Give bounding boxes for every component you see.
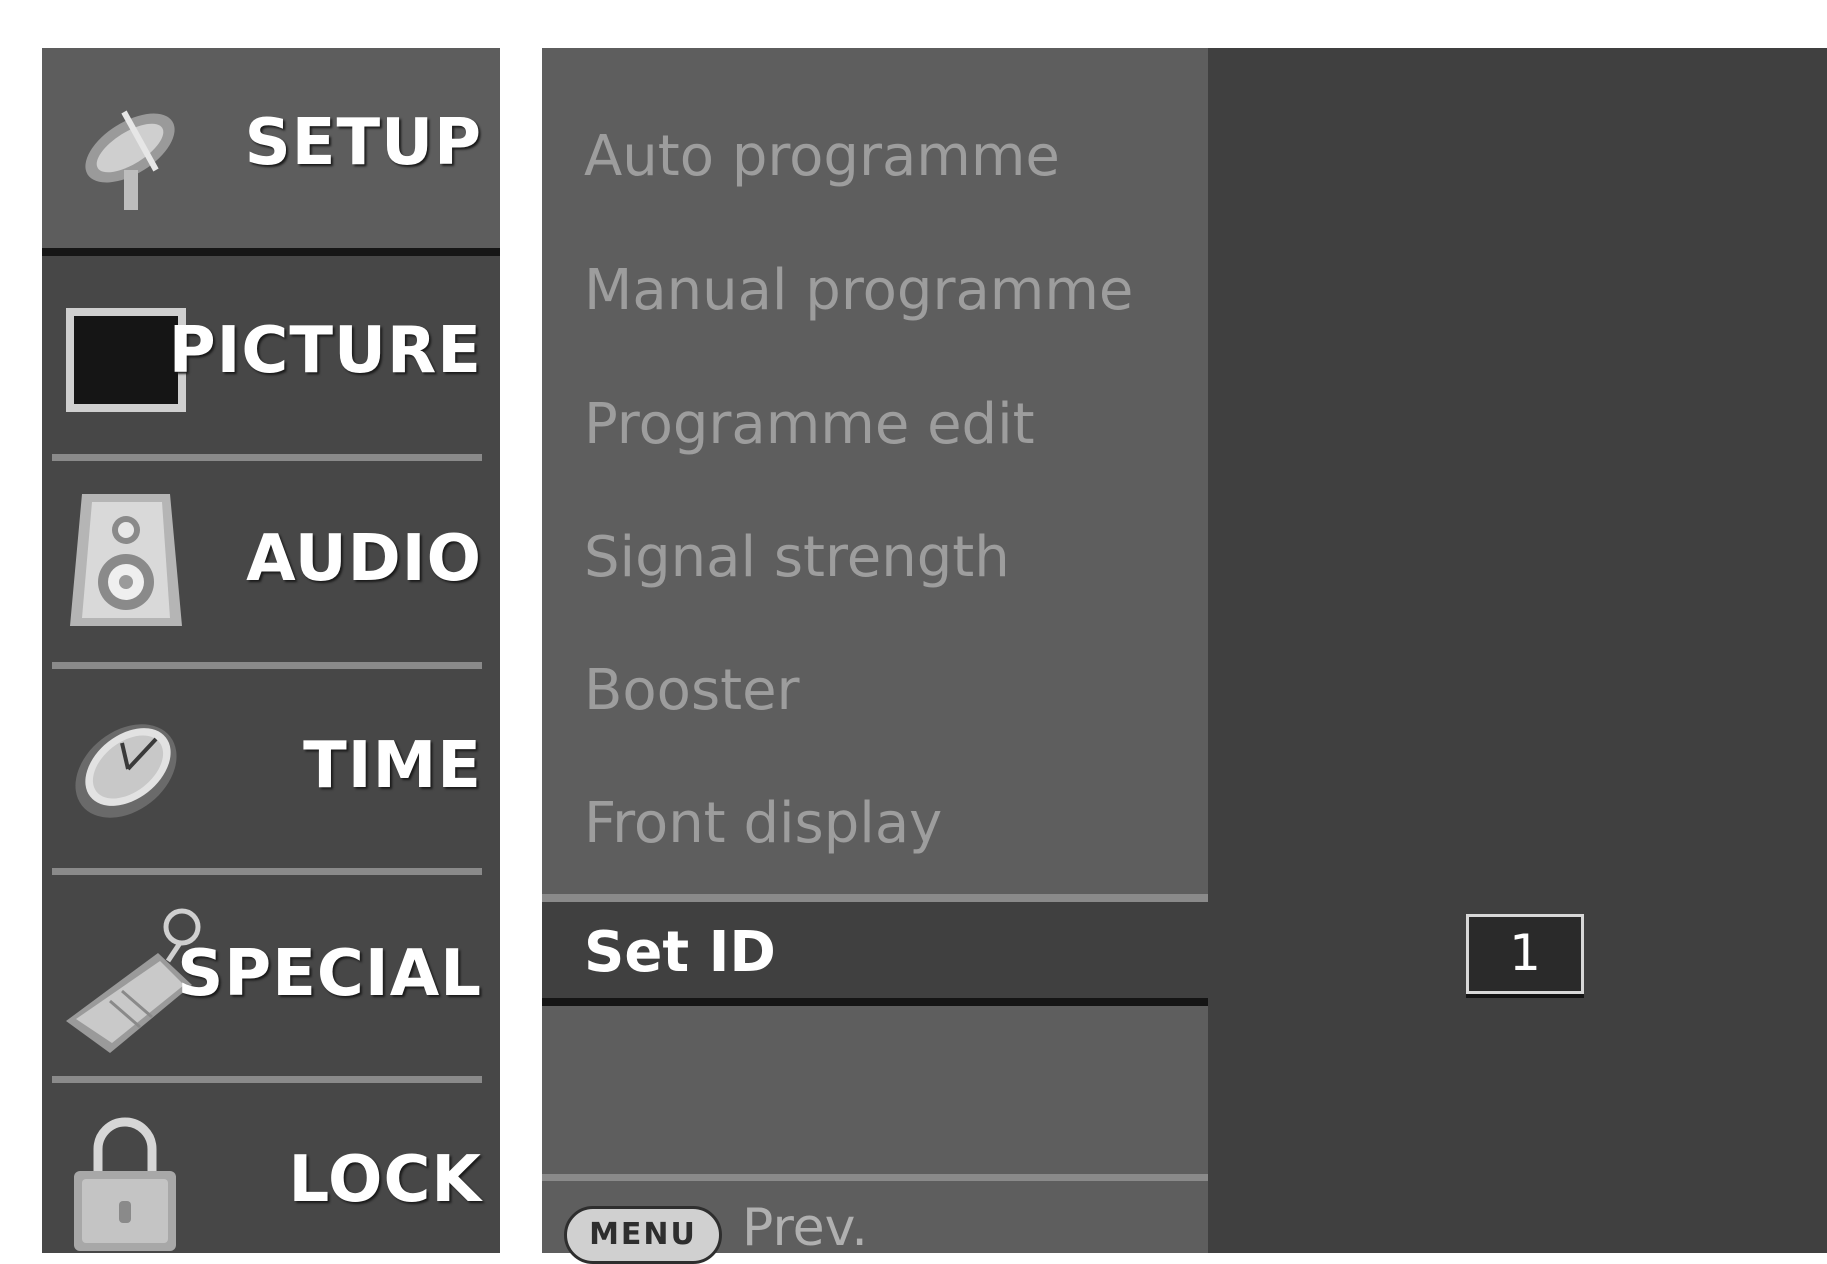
category-audio[interactable]: AUDIO	[42, 462, 500, 662]
satellite-dish-icon	[64, 92, 204, 216]
submenu-item-manual-programme[interactable]: Manual programme	[584, 258, 1133, 323]
submenu-item-front-display[interactable]: Front display	[584, 791, 942, 856]
padlock-icon	[70, 1113, 180, 1257]
category-menu: SETUP PICTURE AUDIO TIME SPECIAL LOCK	[42, 48, 500, 1253]
divider	[52, 662, 482, 669]
submenu-selected-label: Set ID	[584, 920, 776, 985]
category-picture[interactable]: PICTURE	[42, 256, 500, 456]
value-panel: 1	[1208, 48, 1827, 1253]
submenu-item-programme-edit[interactable]: Programme edit	[584, 392, 1035, 457]
category-lock[interactable]: LOCK	[42, 1083, 500, 1253]
submenu-item-set-id[interactable]: Set ID	[542, 894, 1208, 1006]
divider	[52, 454, 482, 461]
category-special[interactable]: SPECIAL	[42, 875, 500, 1075]
set-id-value-box[interactable]: 1	[1466, 914, 1584, 994]
category-time[interactable]: TIME	[42, 669, 500, 869]
category-label: PICTURE	[168, 314, 482, 388]
category-label: LOCK	[288, 1143, 482, 1217]
submenu-item-auto-programme[interactable]: Auto programme	[584, 124, 1060, 189]
category-setup[interactable]: SETUP	[42, 48, 500, 256]
category-label: SETUP	[244, 106, 482, 180]
divider	[52, 1076, 482, 1083]
prev-label: Prev.	[742, 1198, 868, 1258]
submenu-item-booster[interactable]: Booster	[584, 658, 800, 723]
submenu-item-signal-strength[interactable]: Signal strength	[584, 525, 1010, 590]
category-label: TIME	[303, 729, 482, 803]
divider	[542, 1174, 1208, 1181]
divider	[52, 868, 482, 875]
category-label: SPECIAL	[177, 937, 482, 1011]
speaker-icon	[70, 490, 190, 634]
category-label: AUDIO	[246, 522, 482, 596]
setup-submenu: Auto programme Manual programme Programm…	[542, 48, 1208, 1264]
menu-button[interactable]: MENU	[564, 1206, 722, 1264]
clock-icon	[66, 709, 196, 833]
